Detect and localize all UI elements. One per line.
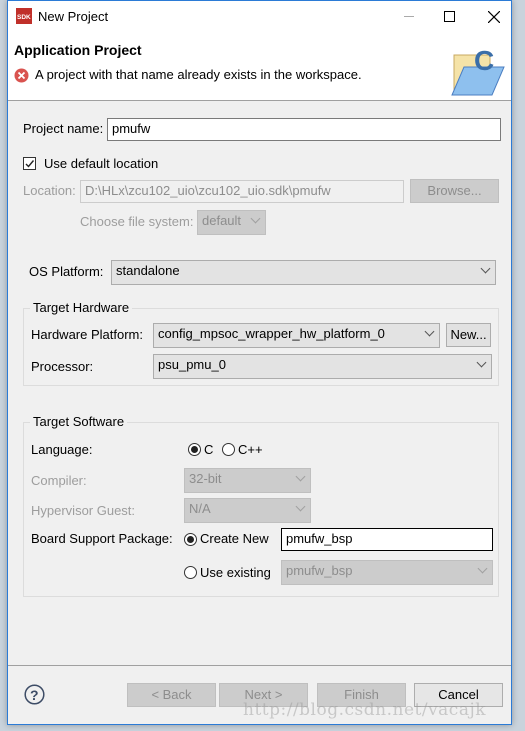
- os-platform-select[interactable]: standalone: [111, 260, 496, 285]
- file-system-select[interactable]: default: [197, 210, 266, 235]
- hypervisor-select[interactable]: N/A: [184, 498, 311, 523]
- project-name-label: Project name:: [23, 121, 104, 136]
- bsp-create-new-radio[interactable]: [184, 533, 197, 546]
- location-label: Location:: [23, 183, 76, 198]
- maximize-icon[interactable]: [444, 11, 455, 22]
- hypervisor-label: Hypervisor Guest:: [31, 503, 136, 518]
- target-software-legend: Target Software: [30, 414, 128, 430]
- wizard-header: Application Project A project with that …: [8, 33, 511, 101]
- checkmark-icon: [25, 160, 35, 168]
- chevron-down-icon: [476, 357, 487, 368]
- target-hardware-legend: Target Hardware: [30, 300, 133, 316]
- processor-value: psu_pmu_0: [158, 357, 226, 372]
- hardware-platform-value: config_mpsoc_wrapper_hw_platform_0: [158, 326, 385, 341]
- bsp-create-new-label: Create New: [200, 531, 269, 546]
- compiler-label: Compiler:: [31, 473, 87, 488]
- file-system-value: default: [202, 213, 242, 228]
- language-label: Language:: [31, 442, 93, 457]
- chevron-down-icon: [424, 326, 435, 337]
- use-default-location-label: Use default location: [44, 156, 159, 171]
- project-name-input[interactable]: pmufw: [107, 118, 501, 141]
- new-hardware-button[interactable]: New...: [446, 323, 491, 347]
- c-folder-icon: C: [451, 45, 505, 96]
- browse-button[interactable]: Browse...: [410, 179, 499, 203]
- chevron-down-icon: [250, 213, 261, 224]
- os-platform-value: standalone: [116, 263, 180, 278]
- chevron-down-icon: [480, 263, 491, 274]
- compiler-value: 32-bit: [189, 471, 222, 486]
- language-cpp-radio[interactable]: [222, 443, 235, 456]
- watermark: http://blog.csdn.net/vacajk: [243, 700, 487, 720]
- footer-divider: [8, 665, 511, 666]
- svg-text:SDK: SDK: [17, 14, 31, 21]
- bsp-use-existing-radio[interactable]: [184, 566, 197, 579]
- use-default-location-checkbox[interactable]: [23, 157, 36, 170]
- bsp-use-existing-label: Use existing: [200, 565, 271, 580]
- svg-text:?: ?: [30, 687, 39, 703]
- sdk-icon: SDK: [16, 8, 32, 24]
- minimize-icon[interactable]: [404, 16, 414, 17]
- bsp-label: Board Support Package:: [31, 531, 173, 546]
- compiler-select[interactable]: 32-bit: [184, 468, 311, 493]
- title-bar: SDK New Project: [8, 1, 511, 33]
- chevron-down-icon: [295, 501, 306, 512]
- language-c-radio[interactable]: [188, 443, 201, 456]
- hypervisor-value: N/A: [189, 501, 211, 516]
- window-title: New Project: [38, 9, 109, 24]
- processor-select[interactable]: psu_pmu_0: [153, 354, 492, 379]
- language-cpp-label: C++: [238, 442, 263, 457]
- chevron-down-icon: [477, 563, 488, 574]
- chevron-down-icon: [295, 471, 306, 482]
- hardware-platform-label: Hardware Platform:: [31, 327, 143, 342]
- bsp-name-input[interactable]: pmufw_bsp: [281, 528, 493, 551]
- os-platform-label: OS Platform:: [29, 264, 104, 279]
- processor-label: Processor:: [31, 359, 94, 374]
- error-icon: [14, 68, 29, 83]
- new-project-dialog: SDK New Project Application Project A pr…: [7, 0, 512, 725]
- file-system-label: Choose file system:: [80, 214, 194, 229]
- page-title: Application Project: [14, 42, 142, 58]
- bsp-existing-select[interactable]: pmufw_bsp: [281, 560, 493, 585]
- close-icon[interactable]: [488, 11, 500, 23]
- back-button[interactable]: < Back: [127, 683, 216, 707]
- svg-text:C: C: [474, 45, 494, 76]
- hardware-platform-select[interactable]: config_mpsoc_wrapper_hw_platform_0: [153, 323, 440, 348]
- location-input[interactable]: D:\HLx\zcu102_uio\zcu102_uio.sdk\pmufw: [80, 180, 404, 203]
- bsp-existing-value: pmufw_bsp: [286, 563, 353, 578]
- help-icon[interactable]: ?: [24, 684, 45, 705]
- language-c-label: C: [204, 442, 214, 457]
- error-message: A project with that name already exists …: [35, 67, 362, 82]
